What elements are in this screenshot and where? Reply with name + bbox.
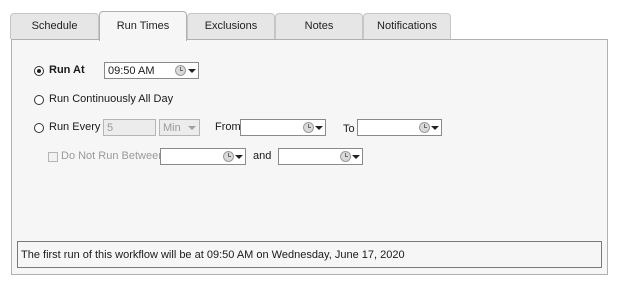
tab-label: Run Times — [116, 20, 170, 32]
run-continuously-radio[interactable] — [34, 95, 44, 105]
status-message-box: The first run of this workflow will be a… — [17, 241, 602, 268]
run-every-unit-select[interactable]: Min — [159, 119, 200, 136]
run-at-time-picker[interactable]: 09:50 AM — [104, 62, 199, 79]
run-every-interval-input[interactable]: 5 — [103, 119, 156, 136]
tab-run-times[interactable]: Run Times — [99, 11, 187, 41]
from-label: From — [215, 121, 241, 133]
unit-value: Min — [163, 122, 181, 134]
chevron-down-icon[interactable] — [235, 155, 243, 159]
chevron-down-icon[interactable] — [315, 126, 323, 130]
tab-notes[interactable]: Notes — [275, 13, 363, 39]
and-label: and — [253, 150, 272, 162]
clock-icon — [419, 122, 430, 133]
interval-value: 5 — [107, 122, 114, 134]
do-not-run-end-picker[interactable] — [278, 148, 363, 165]
tab-exclusions[interactable]: Exclusions — [187, 13, 275, 39]
run-at-time-value: 09:50 AM — [108, 65, 155, 77]
do-not-run-checkbox[interactable] — [48, 152, 58, 162]
clock-icon — [175, 65, 186, 76]
status-message: The first run of this workflow will be a… — [21, 249, 405, 261]
clock-icon — [223, 151, 234, 162]
chevron-down-icon[interactable] — [431, 126, 439, 130]
chevron-down-icon[interactable] — [188, 69, 196, 73]
tab-label: Schedule — [31, 20, 78, 32]
tab-label: Notifications — [377, 20, 437, 32]
do-not-run-start-picker[interactable] — [160, 148, 246, 165]
run-every-radio[interactable] — [34, 123, 44, 133]
run-every-label: Run Every — [49, 121, 101, 133]
clock-icon — [340, 151, 351, 162]
run-times-panel: Run At 09:50 AM Run Continuously All Day… — [11, 39, 608, 275]
do-not-run-label: Do Not Run Between — [61, 150, 165, 162]
to-label: To — [343, 123, 355, 135]
chevron-down-icon[interactable] — [188, 126, 196, 130]
tab-label: Notes — [304, 20, 334, 32]
run-at-label: Run At — [49, 64, 85, 76]
tab-schedule[interactable]: Schedule — [10, 13, 99, 39]
run-at-radio[interactable] — [34, 66, 44, 76]
tab-label: Exclusions — [204, 20, 258, 32]
from-time-picker[interactable] — [240, 119, 326, 136]
run-continuously-label: Run Continuously All Day — [49, 93, 174, 105]
tab-notifications[interactable]: Notifications — [363, 13, 451, 39]
chevron-down-icon[interactable] — [352, 155, 360, 159]
to-time-picker[interactable] — [357, 119, 442, 136]
clock-icon — [303, 122, 314, 133]
